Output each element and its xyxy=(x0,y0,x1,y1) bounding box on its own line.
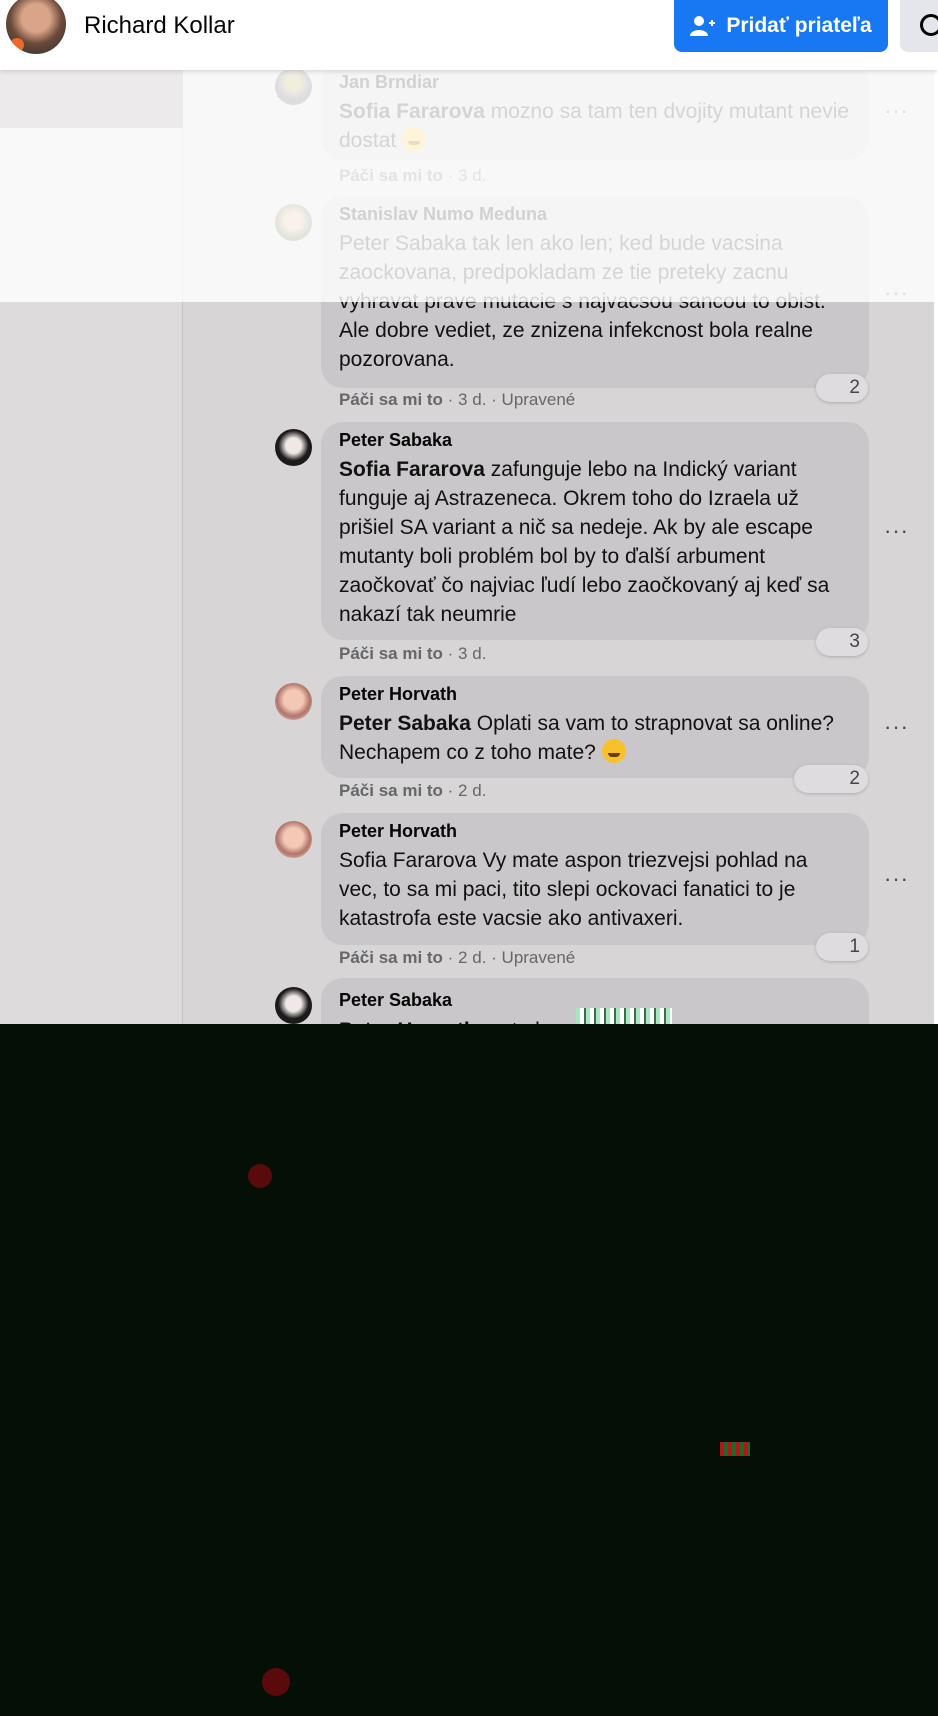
reaction-number: 1 xyxy=(849,936,860,957)
mention-link[interactable]: Peter Sabaka xyxy=(339,712,471,735)
comment-bubble: Peter Horvath Peter Sabaka Oplati sa vam… xyxy=(321,676,869,778)
comment-author[interactable]: Peter Horvath xyxy=(339,684,851,705)
avatar[interactable] xyxy=(275,821,312,858)
edited-label: · Upravené xyxy=(491,390,576,409)
reaction-count[interactable]: 1 xyxy=(816,933,868,961)
comment-body: zafunguje lebo na Indický variant funguj… xyxy=(339,458,830,626)
comment-text: Sofia Fararova mozno sa tam ten dvojity … xyxy=(339,97,851,155)
glitch-artifact xyxy=(262,1668,290,1696)
comment-body: Peter Sabaka tak len ako len; ked bude v… xyxy=(339,232,826,371)
like-link[interactable]: Páči sa mi to xyxy=(339,390,443,409)
more-options-icon[interactable]: ··· xyxy=(884,98,914,123)
glitch-artifact xyxy=(720,1442,750,1456)
avatar[interactable] xyxy=(275,683,312,720)
comment-text: Peter Sabaka Oplati sa vam to strapnovat… xyxy=(339,709,851,767)
add-friend-label: Pridať priateľa xyxy=(726,14,872,37)
more-options-icon[interactable]: ··· xyxy=(884,714,914,739)
messenger-icon xyxy=(920,14,938,36)
message-button[interactable] xyxy=(900,0,938,52)
comment-author[interactable]: Peter Sabaka xyxy=(339,990,452,1011)
like-link[interactable]: Páči sa mi to xyxy=(339,644,443,663)
add-friend-icon xyxy=(690,16,716,36)
glitch-artifact xyxy=(248,1164,272,1188)
reaction-count[interactable]: 3 xyxy=(816,628,868,656)
comment-text: Sofia Fararova zafunguje lebo na Indický… xyxy=(339,455,851,629)
comment-bubble: Peter Horvath Sofia Fararova Vy mate asp… xyxy=(321,813,869,945)
more-options-icon[interactable]: ··· xyxy=(884,280,914,305)
comment-author[interactable]: Jan Brndiar xyxy=(339,72,851,93)
comment-bubble: Peter Sabaka Sofia Fararova zafunguje le… xyxy=(321,422,869,640)
avatar[interactable] xyxy=(275,204,312,241)
comment-meta: Páči sa mi to · 2 d. xyxy=(339,781,486,801)
like-link[interactable]: Páči sa mi to xyxy=(339,948,443,967)
comment-time[interactable]: · 2 d. xyxy=(448,948,487,967)
profile-header: Richard Kollar Pridať priateľa xyxy=(0,0,938,70)
comment-author[interactable]: Peter Horvath xyxy=(339,821,851,842)
more-options-icon[interactable]: ··· xyxy=(884,518,914,543)
like-link[interactable]: Páči sa mi to xyxy=(339,166,443,185)
like-link[interactable]: Páči sa mi to xyxy=(339,781,443,800)
comment-time[interactable]: · 2 d. xyxy=(448,781,487,800)
profile-avatar[interactable] xyxy=(6,0,66,54)
avatar[interactable] xyxy=(275,987,312,1024)
more-options-icon[interactable]: ··· xyxy=(884,866,914,891)
avatar[interactable] xyxy=(275,429,312,466)
reaction-count[interactable]: 2 xyxy=(794,765,868,793)
edited-label: · Upravené xyxy=(491,948,576,967)
corrupted-region xyxy=(0,1024,938,1716)
left-gutter xyxy=(0,0,183,1024)
reaction-number: 2 xyxy=(849,768,860,789)
grin-emoji-icon xyxy=(601,739,626,763)
avatar[interactable] xyxy=(275,68,312,105)
status-badge xyxy=(10,38,24,52)
comment-meta: Páči sa mi to · 2 d. · Upravené xyxy=(339,948,575,968)
reaction-count[interactable]: 2 xyxy=(816,374,868,402)
overlay-band-left xyxy=(0,64,183,128)
mention-link[interactable]: Sofia Fararova xyxy=(339,458,485,481)
comment-bubble: Jan Brndiar Sofia Fararova mozno sa tam … xyxy=(321,62,869,160)
comment-meta: Páči sa mi to · 3 d. · Upravené xyxy=(339,390,575,410)
comment-meta: Páči sa mi to · 3 d. xyxy=(339,166,486,186)
reaction-number: 3 xyxy=(849,631,860,652)
comment-body: Sofia Fararova Vy mate aspon triezvejsi … xyxy=(339,849,808,930)
comment-time[interactable]: · 3 d. xyxy=(448,390,487,409)
profile-name[interactable]: Richard Kollar xyxy=(84,12,235,40)
comment-time[interactable]: · 3 d. xyxy=(448,644,487,663)
comment-author[interactable]: Peter Sabaka xyxy=(339,430,851,451)
wink-emoji-icon xyxy=(402,127,427,151)
comment-author[interactable]: Stanislav Numo Meduna xyxy=(339,204,851,225)
glitch-artifact xyxy=(576,1008,672,1024)
reaction-number: 2 xyxy=(849,377,860,398)
mention-link[interactable]: Sofia Fararova xyxy=(339,100,485,123)
add-friend-button[interactable]: Pridať priateľa xyxy=(674,0,888,52)
right-edge xyxy=(934,64,938,1024)
comment-meta: Páči sa mi to · 3 d. xyxy=(339,644,486,664)
comment-bubble: Stanislav Numo Meduna Peter Sabaka tak l… xyxy=(321,196,869,388)
comment-time[interactable]: · 3 d. xyxy=(448,166,487,185)
